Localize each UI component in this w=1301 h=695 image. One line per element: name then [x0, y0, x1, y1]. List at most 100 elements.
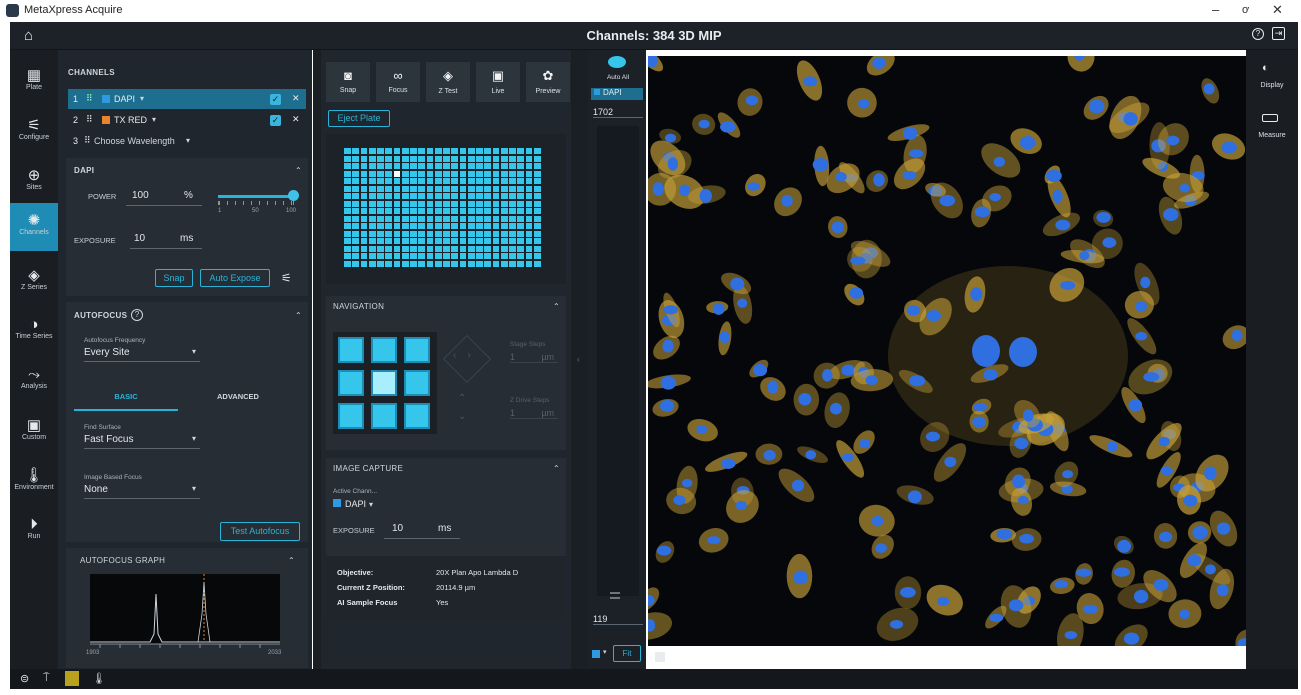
site-cell[interactable] — [338, 337, 364, 363]
well[interactable] — [360, 185, 368, 192]
well[interactable] — [500, 230, 508, 237]
well[interactable] — [426, 238, 434, 245]
well[interactable] — [401, 208, 409, 215]
well[interactable] — [451, 260, 459, 267]
well[interactable] — [443, 245, 450, 252]
exposure-input[interactable]: 10 ms — [130, 233, 202, 249]
well[interactable] — [509, 208, 516, 215]
well[interactable] — [377, 155, 384, 162]
well[interactable] — [492, 148, 500, 155]
well[interactable] — [533, 185, 541, 192]
well[interactable] — [476, 260, 483, 267]
well[interactable] — [418, 185, 426, 192]
well[interactable] — [344, 215, 351, 222]
well[interactable] — [500, 178, 508, 185]
well[interactable] — [426, 208, 434, 215]
well[interactable] — [443, 185, 450, 192]
drag-handle-icon[interactable]: ⠿ — [86, 93, 93, 104]
well[interactable] — [368, 260, 376, 267]
well[interactable] — [434, 200, 442, 207]
well[interactable] — [401, 230, 409, 237]
well[interactable] — [418, 170, 426, 177]
nav-item-environment[interactable]: 🌡 Environment — [10, 458, 58, 506]
nav-item-sites[interactable]: ⊕ Sites — [10, 158, 58, 206]
drag-handle-icon[interactable]: ⠿ — [84, 135, 91, 146]
well[interactable] — [509, 260, 516, 267]
well[interactable] — [476, 215, 483, 222]
well[interactable] — [385, 208, 393, 215]
collapse-icon[interactable]: ⌃ — [553, 302, 560, 311]
well[interactable] — [500, 193, 508, 200]
well[interactable] — [443, 215, 450, 222]
well[interactable] — [467, 170, 475, 177]
well[interactable] — [459, 185, 467, 192]
well[interactable] — [393, 215, 401, 222]
well[interactable] — [500, 238, 508, 245]
well[interactable] — [418, 223, 426, 230]
find-surface-dropdown[interactable]: Fast Focus ▾ — [84, 434, 200, 449]
lock-status-icon[interactable] — [65, 671, 79, 686]
well[interactable] — [484, 215, 492, 222]
site-cell[interactable] — [404, 337, 430, 363]
well[interactable] — [393, 148, 401, 155]
well[interactable] — [360, 253, 368, 260]
display-icon[interactable]: ◐ — [1262, 62, 1269, 74]
well[interactable] — [484, 200, 492, 207]
nav-item-channels[interactable]: ✺ Channels — [10, 203, 58, 251]
well[interactable] — [500, 185, 508, 192]
auto-expose-button[interactable]: Auto Expose — [200, 269, 270, 287]
well[interactable] — [385, 193, 393, 200]
well[interactable] — [410, 193, 417, 200]
well[interactable] — [533, 253, 541, 260]
well[interactable] — [443, 200, 450, 207]
autofocus-frequency-dropdown[interactable]: Every Site ▾ — [84, 347, 200, 362]
site-cell[interactable] — [371, 337, 397, 363]
exit-icon[interactable]: ⇥ — [1272, 27, 1285, 40]
help-icon[interactable]: ? — [1252, 28, 1264, 40]
well[interactable] — [517, 215, 525, 222]
well[interactable] — [352, 178, 360, 185]
well[interactable] — [509, 185, 516, 192]
well[interactable] — [434, 230, 442, 237]
settings-sliders-icon[interactable]: ⚟ — [281, 271, 292, 285]
well[interactable] — [393, 208, 401, 215]
site-cell[interactable] — [404, 403, 430, 429]
well[interactable] — [443, 223, 450, 230]
well[interactable] — [525, 253, 533, 260]
well[interactable] — [484, 178, 492, 185]
histogram-handle[interactable] — [610, 592, 620, 594]
z-test-tool-button[interactable]: ◈ Z Test — [426, 62, 470, 102]
well[interactable] — [484, 193, 492, 200]
well[interactable] — [344, 200, 351, 207]
well[interactable] — [368, 208, 376, 215]
well[interactable] — [500, 170, 508, 177]
well[interactable] — [401, 200, 409, 207]
well[interactable] — [451, 253, 459, 260]
nav-item-z-series[interactable]: ◈ Z Series — [10, 258, 58, 306]
well[interactable] — [344, 185, 351, 192]
well[interactable] — [434, 215, 442, 222]
well[interactable] — [509, 230, 516, 237]
well[interactable] — [525, 163, 533, 170]
fit-button[interactable]: Fit — [613, 645, 641, 662]
well[interactable] — [377, 170, 384, 177]
well[interactable] — [443, 238, 450, 245]
well[interactable] — [377, 245, 384, 252]
well[interactable] — [484, 208, 492, 215]
well[interactable] — [368, 215, 376, 222]
power-slider-handle[interactable] — [288, 190, 299, 201]
well[interactable] — [467, 163, 475, 170]
well[interactable] — [467, 260, 475, 267]
capture-exposure-input[interactable]: 10 ms — [384, 523, 460, 539]
well[interactable] — [533, 148, 541, 155]
well[interactable] — [344, 178, 351, 185]
nav-item-time-series[interactable]: ◑ Time Series — [10, 308, 58, 356]
well[interactable] — [492, 163, 500, 170]
remove-channel-icon[interactable]: ✕ — [292, 93, 300, 104]
well[interactable] — [385, 253, 393, 260]
well[interactable] — [525, 208, 533, 215]
well[interactable] — [500, 163, 508, 170]
well[interactable] — [467, 193, 475, 200]
well[interactable] — [418, 245, 426, 252]
well[interactable] — [426, 170, 434, 177]
